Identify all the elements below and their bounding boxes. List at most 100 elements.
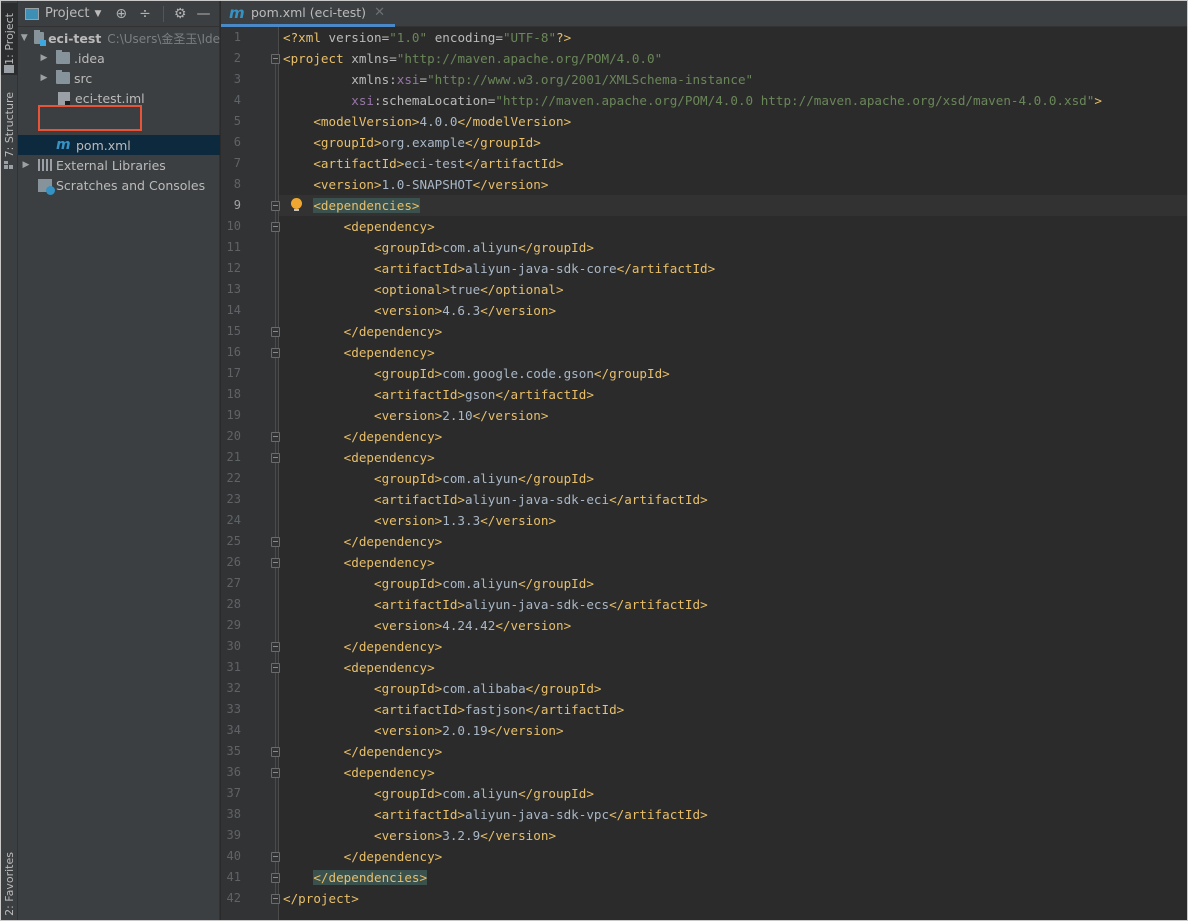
line-number: 40 bbox=[226, 849, 241, 863]
line-number: 27 bbox=[226, 576, 241, 590]
code-line: <groupId>com.aliyun</groupId> bbox=[374, 471, 594, 486]
fold-collapse-icon[interactable] bbox=[271, 558, 280, 568]
gear-icon[interactable]: ⚙ bbox=[174, 7, 187, 21]
tree-item-pom-xml[interactable]: m pom.xml bbox=[18, 135, 220, 155]
expand-arrow-icon[interactable]: ▼ bbox=[20, 33, 28, 43]
code-line: </project> bbox=[283, 891, 359, 906]
close-icon[interactable]: ✕ bbox=[374, 5, 385, 20]
editor: m pom.xml (eci-test) ✕ 1 2 3 4 5 6 7 8 9 10 11 12 13… bbox=[221, 1, 1187, 920]
fold-collapse-icon[interactable] bbox=[271, 768, 280, 778]
code-line: <project xmlns="http://maven.apache.org/… bbox=[283, 51, 663, 66]
fold-end-icon[interactable] bbox=[271, 873, 280, 883]
project-tool-label: 1: Project bbox=[3, 13, 16, 65]
line-number: 41 bbox=[226, 870, 241, 884]
code-line: <artifactId>aliyun-java-sdk-vpc</artifac… bbox=[374, 807, 708, 822]
code-line: <dependency> bbox=[343, 555, 435, 570]
collapse-all-icon[interactable]: ÷ bbox=[139, 7, 151, 21]
fold-collapse-icon[interactable] bbox=[271, 663, 280, 673]
expand-arrow-icon[interactable]: ▶ bbox=[38, 73, 50, 83]
code-line: </dependency> bbox=[343, 429, 443, 444]
line-number: 20 bbox=[226, 429, 241, 443]
code-line: <modelVersion>4.0.0</modelVersion> bbox=[313, 114, 572, 129]
tree-item-idea[interactable]: ▶ .idea bbox=[18, 48, 220, 68]
favorites-tool-label: 2: Favorites bbox=[3, 852, 16, 916]
fold-collapse-icon[interactable] bbox=[271, 348, 280, 358]
line-number: 21 bbox=[226, 450, 241, 464]
line-number: 10 bbox=[226, 219, 241, 233]
library-icon bbox=[38, 159, 52, 171]
tree-item-eci-test[interactable]: ▼ eci-test C:\Users\金圣玉\Ide bbox=[18, 28, 220, 48]
line-number: 6 bbox=[233, 135, 241, 149]
code-line: </dependency> bbox=[343, 534, 443, 549]
fold-collapse-icon[interactable] bbox=[271, 201, 280, 211]
tree-item-scratches[interactable]: Scratches and Consoles bbox=[18, 175, 220, 195]
minimize-icon[interactable]: — bbox=[196, 7, 210, 21]
tree-item-external-libraries[interactable]: ▶ External Libraries bbox=[18, 155, 220, 175]
code-line: </dependency> bbox=[343, 849, 443, 864]
expand-arrow-icon[interactable]: ▶ bbox=[20, 160, 32, 170]
code-line: <version>1.0-SNAPSHOT</version> bbox=[313, 177, 549, 192]
code-line: <dependency> bbox=[343, 450, 435, 465]
locate-icon[interactable]: ⊕ bbox=[115, 7, 127, 21]
favorites-tool-button[interactable]: 2: Favorites bbox=[1, 851, 18, 917]
expand-arrow-icon[interactable]: ▶ bbox=[38, 53, 50, 63]
fold-end-icon[interactable] bbox=[271, 327, 280, 337]
tree-item-src[interactable]: ▶ src bbox=[18, 68, 220, 88]
fold-end-icon[interactable] bbox=[271, 432, 280, 442]
line-number: 3 bbox=[233, 72, 241, 86]
line-number: 14 bbox=[226, 303, 241, 317]
line-number: 39 bbox=[226, 828, 241, 842]
code-line: <version>4.24.42</version> bbox=[374, 618, 572, 633]
line-number: 1 bbox=[233, 30, 241, 44]
code-line: <version>2.0.19</version> bbox=[374, 723, 564, 738]
project-view-selector[interactable]: Project bbox=[45, 6, 89, 21]
fold-end-icon[interactable] bbox=[271, 894, 280, 904]
fold-collapse-icon[interactable] bbox=[271, 453, 280, 463]
line-number: 16 bbox=[226, 345, 241, 359]
module-folder-icon bbox=[34, 30, 47, 46]
fold-end-icon[interactable] bbox=[271, 852, 280, 862]
line-number: 4 bbox=[233, 93, 241, 107]
code-line: <version>1.3.3</version> bbox=[374, 513, 557, 528]
code-line: </dependency> bbox=[343, 744, 443, 759]
annotation-highlight-box bbox=[38, 105, 142, 131]
code-area[interactable]: 1 2 3 4 5 6 7 8 9 10 11 12 13 14 15 16 17 18 19 20 21 22 23 24 2… bbox=[221, 27, 1187, 920]
fold-end-icon[interactable] bbox=[271, 747, 280, 757]
line-number: 17 bbox=[226, 366, 241, 380]
code-line: </dependency> bbox=[343, 639, 443, 654]
fold-collapse-icon[interactable] bbox=[271, 222, 280, 232]
code-line: <artifactId>aliyun-java-sdk-core</artifa… bbox=[374, 261, 716, 276]
line-number: 29 bbox=[226, 618, 241, 632]
code-line: <version>3.2.9</version> bbox=[374, 828, 557, 843]
tree-item-label: src bbox=[74, 70, 93, 86]
iml-file-icon bbox=[58, 91, 70, 105]
code-line: <groupId>com.aliyun</groupId> bbox=[374, 786, 594, 801]
line-number: 2 bbox=[233, 51, 241, 65]
tab-pom-xml[interactable]: m pom.xml (eci-test) ✕ bbox=[221, 1, 395, 27]
line-number: 25 bbox=[226, 534, 241, 548]
tree-item-iml[interactable]: eci-test.iml bbox=[18, 88, 220, 108]
tree-item-label: pom.xml bbox=[76, 137, 131, 153]
chevron-down-icon[interactable]: ▼ bbox=[94, 9, 101, 19]
line-number: 11 bbox=[226, 240, 241, 254]
line-number: 22 bbox=[226, 471, 241, 485]
code-line: <?xml version="1.0" encoding="UTF-8"?> bbox=[283, 30, 572, 45]
structure-icon bbox=[4, 161, 13, 169]
code-line: <artifactId>aliyun-java-sdk-ecs</artifac… bbox=[374, 597, 708, 612]
line-number: 28 bbox=[226, 597, 241, 611]
line-number: 34 bbox=[226, 723, 241, 737]
tool-window-strip: 1: Project 7: Structure 2: Favorites bbox=[1, 1, 18, 920]
code-line: <artifactId>fastjson</artifactId> bbox=[374, 702, 625, 717]
code-line: <optional>true</optional> bbox=[374, 282, 564, 297]
fold-end-icon[interactable] bbox=[271, 537, 280, 547]
code-line: <artifactId>gson</artifactId> bbox=[374, 387, 594, 402]
line-number: 24 bbox=[226, 513, 241, 527]
line-number: 31 bbox=[226, 660, 241, 674]
folder-icon bbox=[56, 70, 70, 84]
line-number: 15 bbox=[226, 324, 241, 338]
structure-tool-button[interactable]: 7: Structure bbox=[1, 91, 18, 159]
fold-collapse-icon[interactable] bbox=[271, 54, 280, 64]
tree-item-label: External Libraries bbox=[56, 157, 166, 173]
scratches-icon bbox=[38, 178, 55, 195]
fold-end-icon[interactable] bbox=[271, 642, 280, 652]
